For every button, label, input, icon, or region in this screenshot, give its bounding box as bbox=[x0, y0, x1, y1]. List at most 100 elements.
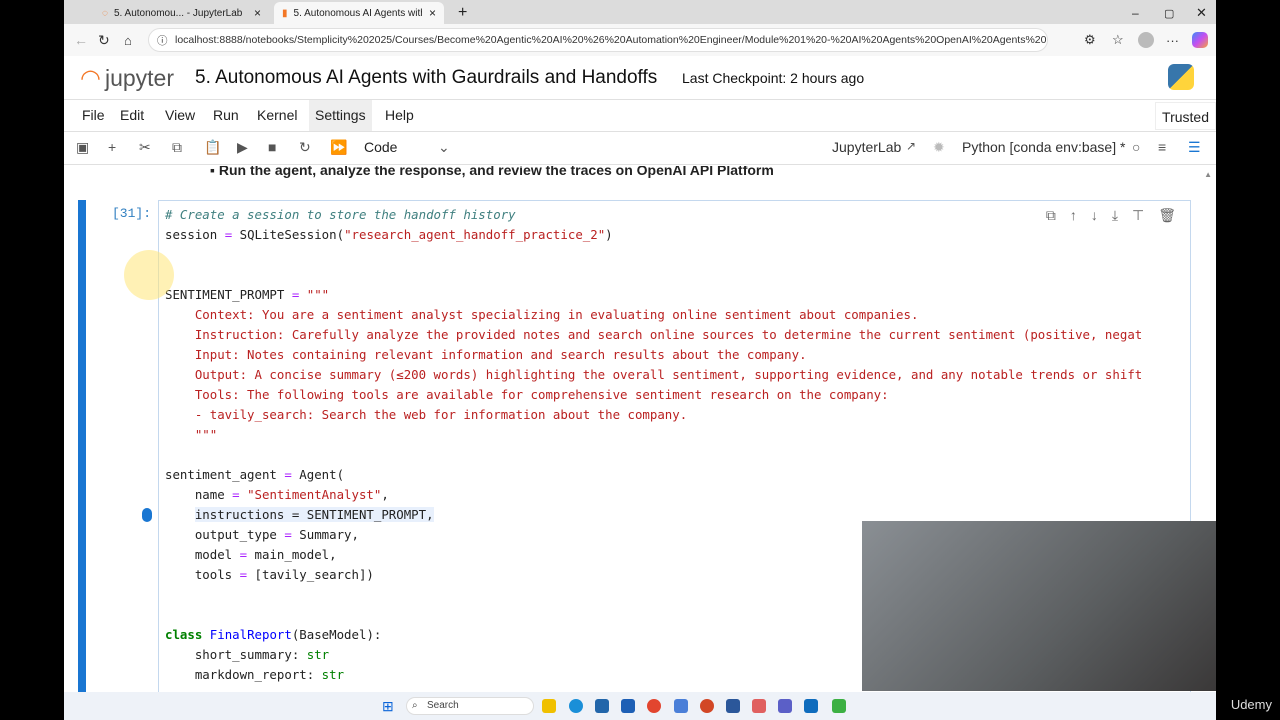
merge-icon[interactable]: ⊤ bbox=[1132, 207, 1144, 224]
home-icon[interactable]: ⌂ bbox=[124, 33, 132, 48]
todo-icon[interactable] bbox=[726, 699, 740, 713]
restart-icon[interactable]: ↻ bbox=[299, 139, 311, 156]
breakpoint-marker[interactable] bbox=[142, 508, 152, 522]
code-line[interactable] bbox=[165, 445, 1142, 465]
menu-file[interactable]: File bbox=[76, 100, 111, 131]
snipping-icon[interactable] bbox=[752, 699, 766, 713]
insert-below-icon[interactable]: ⤓ bbox=[1112, 207, 1118, 224]
tab-jupyterlab[interactable]: ◌ 5. Autonomou... - JupyterLab × bbox=[94, 2, 269, 24]
reload-icon[interactable]: ↻ bbox=[98, 32, 110, 49]
minimize-button[interactable]: – bbox=[1124, 2, 1147, 24]
code-line[interactable]: Input: Notes containing relevant informa… bbox=[165, 345, 1142, 365]
notebook-favicon-icon: ▮ bbox=[282, 7, 288, 19]
save-icon[interactable]: ▣ bbox=[76, 139, 89, 156]
extensions-icon[interactable]: ⚙ bbox=[1084, 32, 1096, 48]
execution-count: [31]: bbox=[112, 206, 152, 221]
delete-icon[interactable]: 🗑 bbox=[1158, 207, 1176, 224]
code-line[interactable] bbox=[165, 245, 1142, 265]
code-line[interactable]: sentiment_agent = Agent( bbox=[165, 465, 1142, 485]
code-token: (BaseModel): bbox=[291, 627, 382, 642]
menu-settings[interactable]: Settings bbox=[309, 100, 372, 131]
taskbar-search[interactable]: ⌕ Search bbox=[406, 697, 534, 715]
code-line[interactable]: Output: A concise summary (≤200 words) h… bbox=[165, 365, 1142, 385]
powerpoint-icon[interactable] bbox=[700, 699, 714, 713]
code-token: = bbox=[232, 487, 240, 502]
code-token: short_summary: bbox=[165, 647, 307, 662]
app-icon[interactable] bbox=[674, 699, 688, 713]
code-line[interactable]: # Create a session to store the handoff … bbox=[165, 205, 1142, 225]
notebook-header: ◠ jupyter 5. Autonomous AI Agents with Ga… bbox=[64, 56, 1216, 100]
menu-edit[interactable]: Edit bbox=[114, 100, 150, 131]
move-up-icon[interactable]: ↑ bbox=[1070, 207, 1077, 224]
code-token: markdown_report: bbox=[165, 667, 322, 682]
window-close-button[interactable]: ✕ bbox=[1188, 2, 1215, 24]
code-token: Output: A concise summary (≤200 words) h… bbox=[165, 367, 1143, 382]
scrollbar-up-icon[interactable]: ▲ bbox=[1204, 170, 1212, 179]
code-line[interactable]: Context: You are a sentiment analyst spe… bbox=[165, 305, 1142, 325]
code-line[interactable]: """ bbox=[165, 425, 1142, 445]
open-jupyterlab-link[interactable]: JupyterLab bbox=[832, 139, 901, 155]
trusted-indicator[interactable]: Trusted bbox=[1155, 102, 1216, 130]
cut-icon[interactable]: ✂ bbox=[139, 139, 151, 156]
store-icon[interactable] bbox=[621, 699, 635, 713]
code-token: FinalReport bbox=[209, 627, 292, 642]
camtasia-icon[interactable] bbox=[832, 699, 846, 713]
move-down-icon[interactable]: ↓ bbox=[1091, 207, 1098, 224]
close-icon[interactable]: × bbox=[254, 6, 261, 20]
add-cell-icon[interactable]: + bbox=[108, 139, 116, 155]
edge-icon[interactable] bbox=[569, 699, 583, 713]
code-line[interactable]: Tools: The following tools are available… bbox=[165, 385, 1142, 405]
code-line[interactable]: Instruction: Carefully analyze the provi… bbox=[165, 325, 1142, 345]
code-token: SQLiteSession( bbox=[232, 227, 345, 242]
code-token: = bbox=[284, 467, 292, 482]
code-token: """ bbox=[165, 427, 218, 442]
chevron-down-icon[interactable]: ⌄ bbox=[438, 139, 450, 156]
debugger-icon[interactable]: ✹ bbox=[933, 139, 945, 156]
maximize-button[interactable]: ▢ bbox=[1156, 2, 1182, 24]
more-icon[interactable]: ··· bbox=[1166, 33, 1179, 48]
notebook-title[interactable]: 5. Autonomous AI Agents with Gaurdrails … bbox=[195, 67, 657, 89]
menu-run[interactable]: Run bbox=[207, 100, 245, 131]
code-line[interactable] bbox=[165, 265, 1142, 285]
run-icon[interactable]: ▶ bbox=[237, 139, 248, 156]
kernel-status-icon: ○ bbox=[1132, 139, 1141, 155]
menu-icon[interactable]: ≡ bbox=[1158, 139, 1166, 155]
property-inspector-icon[interactable]: ☰ bbox=[1188, 139, 1201, 156]
code-line[interactable]: - tavily_search: Search the web for info… bbox=[165, 405, 1142, 425]
cell-collapser[interactable] bbox=[78, 200, 86, 692]
menu-kernel[interactable]: Kernel bbox=[251, 100, 303, 131]
code-token: """ bbox=[306, 287, 330, 302]
code-line[interactable]: session = SQLiteSession("research_agent_… bbox=[165, 225, 1142, 245]
favorites-icon[interactable]: ☆ bbox=[1112, 32, 1124, 48]
url-input[interactable]: ⓘ localhost:8888/notebooks/Stemplicity%20… bbox=[148, 28, 1048, 52]
outlook-icon[interactable] bbox=[804, 699, 818, 713]
menu-help[interactable]: Help bbox=[379, 100, 420, 131]
chrome-icon[interactable] bbox=[647, 699, 661, 713]
windows-start-icon[interactable]: ⊞ bbox=[382, 698, 394, 715]
tab-notebook[interactable]: ▮ 5. Autonomous AI Agents with Gu × bbox=[274, 2, 444, 24]
code-token: Tools: The following tools are available… bbox=[165, 387, 889, 402]
copilot-icon[interactable] bbox=[1192, 32, 1208, 48]
code-line[interactable]: name = "SentimentAnalyst", bbox=[165, 485, 1142, 505]
close-icon[interactable]: × bbox=[429, 6, 436, 20]
duplicate-icon[interactable]: ⧉ bbox=[1046, 207, 1056, 224]
paste-icon[interactable]: 📋 bbox=[204, 139, 221, 156]
code-line[interactable]: SENTIMENT_PROMPT = """ bbox=[165, 285, 1142, 305]
teams-icon[interactable] bbox=[778, 699, 792, 713]
jupyter-logo[interactable]: ◠ jupyter bbox=[80, 64, 174, 93]
new-tab-button[interactable]: + bbox=[450, 2, 475, 24]
stop-icon[interactable]: ■ bbox=[268, 139, 276, 155]
code-token: session bbox=[165, 227, 225, 242]
restart-run-all-icon[interactable]: ⏩ bbox=[330, 139, 347, 156]
kernel-name[interactable]: Python [conda env:base] * bbox=[962, 139, 1125, 155]
menu-view[interactable]: View bbox=[159, 100, 201, 131]
profile-avatar[interactable] bbox=[1138, 32, 1154, 48]
cell-type-select[interactable]: Code bbox=[364, 139, 397, 155]
file-explorer-icon[interactable] bbox=[542, 699, 556, 713]
back-icon[interactable]: ← bbox=[74, 32, 88, 48]
dell-icon[interactable] bbox=[595, 699, 609, 713]
copy-icon[interactable]: ⧉ bbox=[172, 139, 182, 156]
code-token: = bbox=[239, 547, 248, 562]
cursor-highlight bbox=[124, 250, 174, 300]
